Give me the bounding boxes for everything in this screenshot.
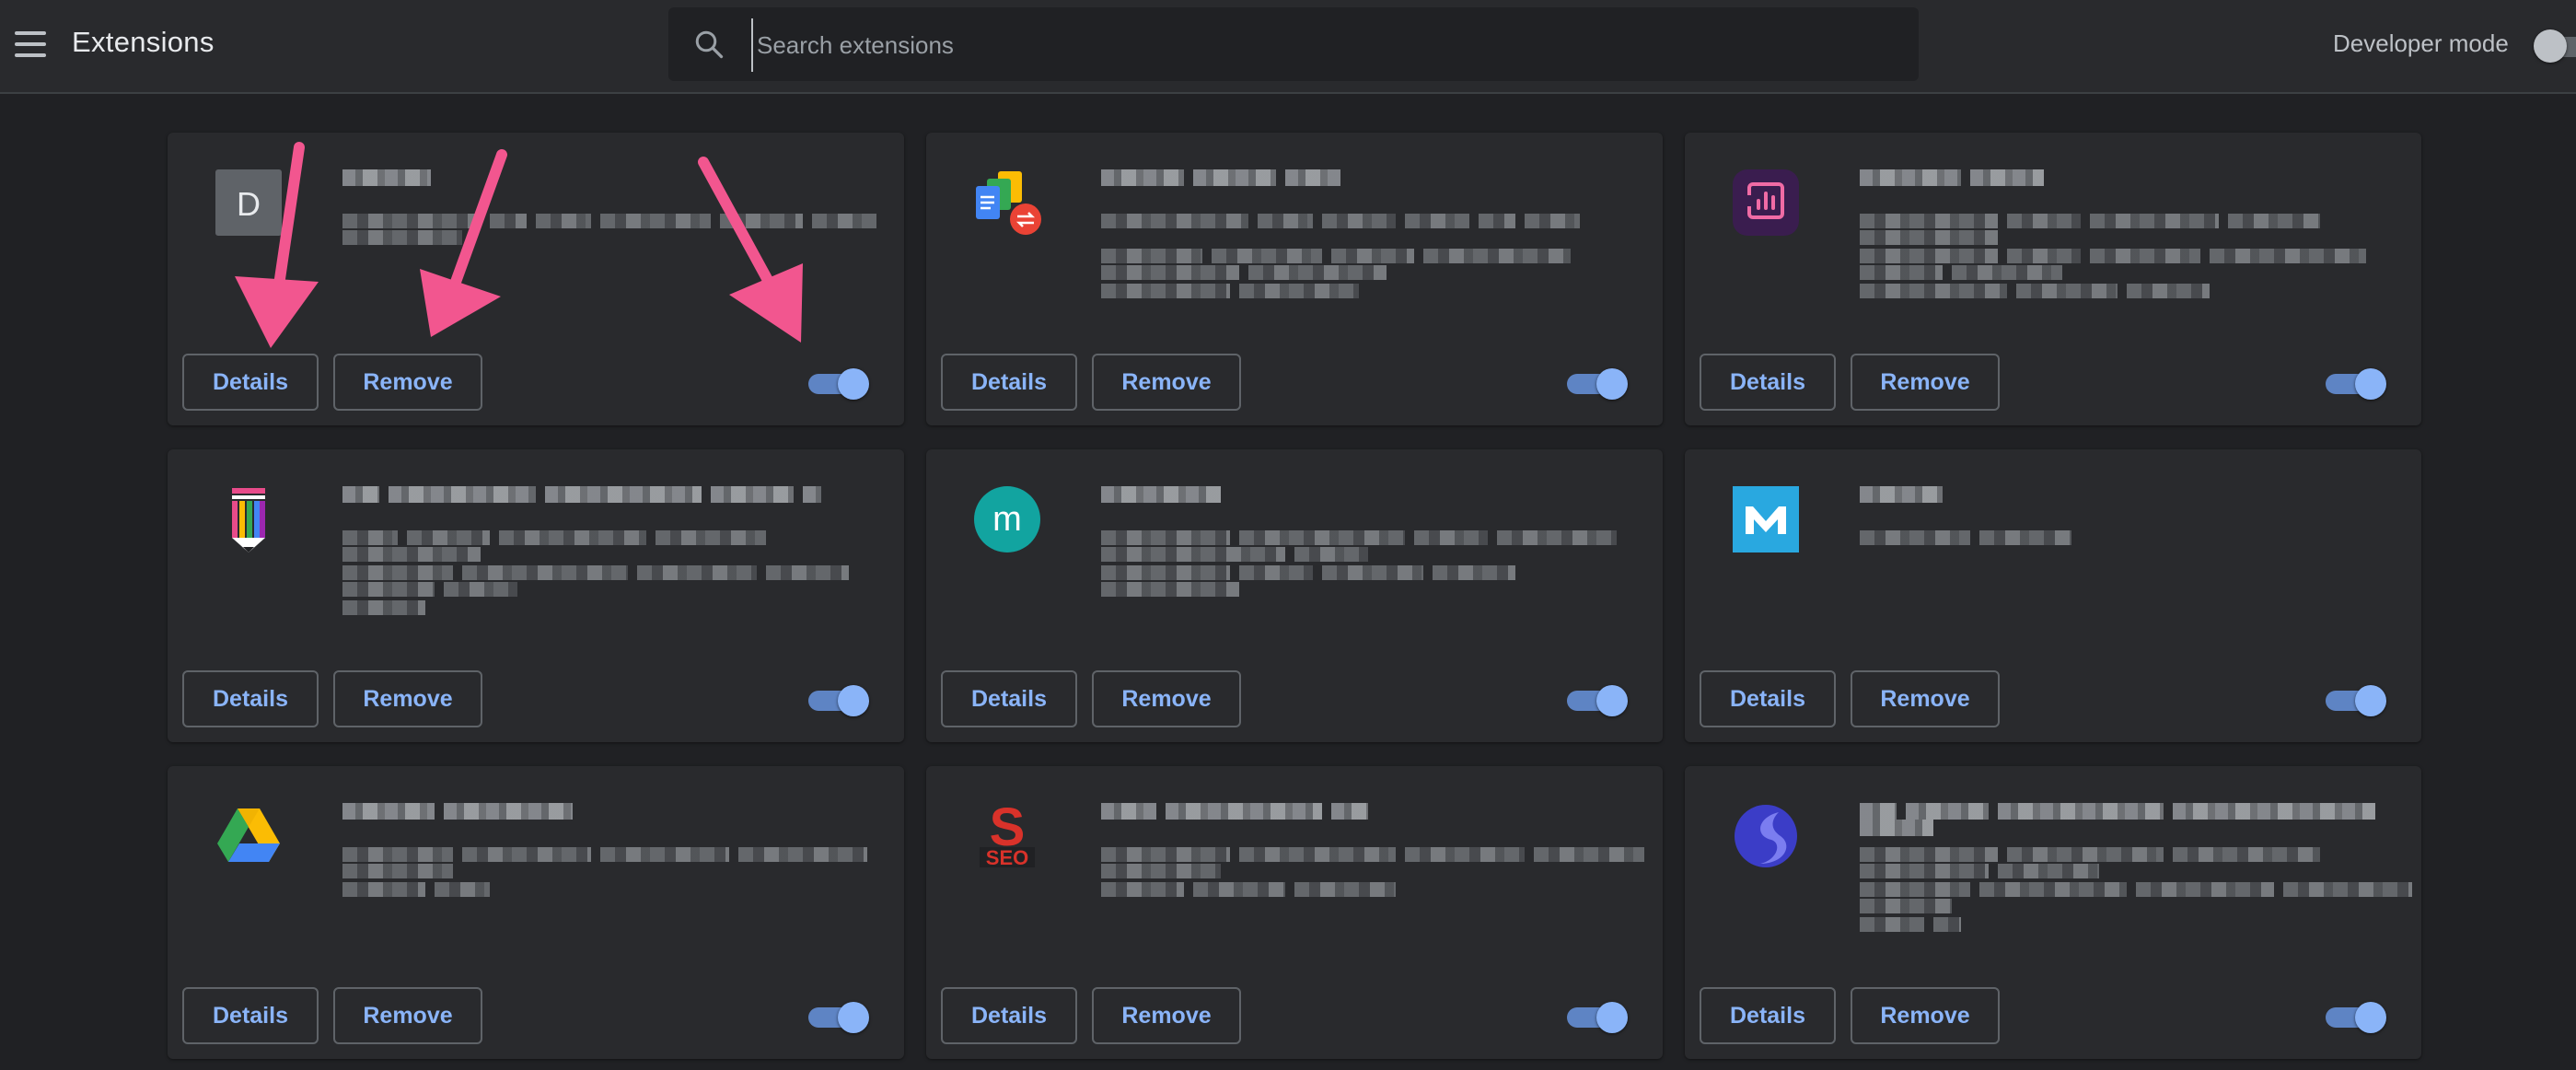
search-input[interactable]: [751, 18, 1900, 72]
extension-name-redacted: [342, 803, 582, 820]
remove-button[interactable]: Remove: [1851, 670, 2000, 727]
developer-mode-label: Developer mode: [2333, 29, 2509, 57]
extension-name-redacted: [1860, 169, 2053, 186]
hamburger-menu-icon[interactable]: [15, 31, 48, 61]
extension-description-redacted: [342, 847, 904, 878]
extension-description-redacted: [342, 565, 904, 597]
remove-button[interactable]: Remove: [1092, 670, 1241, 727]
extension-card: D Details Remove: [168, 133, 904, 425]
svg-text:SEO: SEO: [986, 846, 1028, 869]
extension-description-redacted: [1101, 284, 1368, 298]
extension-description-redacted: [1860, 249, 2421, 280]
extension-description-redacted: [1101, 249, 1663, 280]
analytics-chart-icon: [1729, 166, 1803, 239]
remove-button[interactable]: Remove: [1851, 987, 2000, 1044]
extension-description-redacted: [1101, 214, 1589, 228]
extension-description-redacted: [1860, 847, 2421, 878]
extension-description-redacted: [1860, 917, 1970, 932]
page-title: Extensions: [72, 26, 215, 58]
extension-description-redacted: [342, 600, 435, 615]
extension-enable-toggle[interactable]: [808, 1000, 871, 1033]
extension-description-redacted: [1860, 882, 2421, 913]
seo-s-icon: S SEO: [970, 797, 1044, 873]
pencil-stripes-icon: [212, 483, 285, 556]
extension-card: Details Remove: [168, 449, 904, 742]
extension-enable-toggle[interactable]: [2326, 683, 2388, 716]
extension-description-redacted: [342, 882, 499, 897]
extension-enable-toggle[interactable]: [2326, 366, 2388, 400]
extension-description-redacted: [1860, 530, 2081, 545]
remove-button[interactable]: Remove: [1092, 987, 1241, 1044]
remove-button[interactable]: Remove: [1092, 354, 1241, 411]
details-button[interactable]: Details: [1700, 354, 1836, 411]
details-button[interactable]: Details: [182, 670, 319, 727]
extension-description-redacted: [1101, 882, 1405, 897]
details-button[interactable]: Details: [182, 354, 319, 411]
extension-card: Details Remove: [1685, 133, 2421, 425]
extension-name-redacted: [342, 169, 440, 186]
extension-card: m Details Remove: [926, 449, 1663, 742]
extension-description-redacted: [1860, 284, 2219, 298]
docs-sheets-slides-converter-icon: [970, 166, 1044, 239]
details-button[interactable]: Details: [941, 354, 1077, 411]
teal-m-circle-icon: m: [970, 483, 1044, 556]
extension-name-redacted: [1101, 169, 1350, 186]
extension-name-redacted: [1860, 803, 2421, 836]
extension-name-redacted: [1101, 486, 1230, 503]
remove-button[interactable]: Remove: [333, 987, 482, 1044]
extension-description-redacted: [1101, 847, 1663, 878]
search-icon: [695, 30, 724, 59]
developer-mode-toggle[interactable]: [2532, 26, 2576, 63]
letter-d-icon: D: [212, 166, 285, 239]
extension-name-redacted: [342, 486, 830, 503]
google-drive-icon: [212, 799, 285, 873]
remove-button[interactable]: Remove: [333, 670, 482, 727]
extension-description-redacted: [1101, 530, 1663, 562]
extension-card: Details Remove: [1685, 449, 2421, 742]
extension-enable-toggle[interactable]: [1567, 1000, 1630, 1033]
details-button[interactable]: Details: [941, 670, 1077, 727]
extension-description-redacted: [1860, 214, 2421, 245]
remove-button[interactable]: Remove: [333, 354, 482, 411]
extension-name-redacted: [1860, 486, 1952, 503]
details-button[interactable]: Details: [941, 987, 1077, 1044]
extension-description-redacted: [342, 214, 904, 245]
remove-button[interactable]: Remove: [1851, 354, 2000, 411]
extension-description-redacted: [342, 530, 904, 562]
extension-name-redacted: [1101, 803, 1377, 820]
svg-text:D: D: [237, 185, 261, 223]
purple-s-circle-icon: [1729, 799, 1803, 873]
search-box[interactable]: [668, 7, 1919, 81]
details-button[interactable]: Details: [182, 987, 319, 1044]
blue-m-square-icon: [1729, 483, 1803, 556]
details-button[interactable]: Details: [1700, 670, 1836, 727]
details-button[interactable]: Details: [1700, 987, 1836, 1044]
extension-card: Details Remove: [926, 133, 1663, 425]
extension-card: S SEO Details Remove: [926, 766, 1663, 1059]
extension-description-redacted: [1101, 565, 1663, 597]
extension-enable-toggle[interactable]: [2326, 1000, 2388, 1033]
extension-enable-toggle[interactable]: [1567, 366, 1630, 400]
extension-card: Details Remove: [1685, 766, 2421, 1059]
extension-enable-toggle[interactable]: [808, 683, 871, 716]
extension-card: Details Remove: [168, 766, 904, 1059]
top-toolbar: Extensions Developer mode: [0, 0, 2576, 94]
extension-enable-toggle[interactable]: [808, 366, 871, 400]
extension-enable-toggle[interactable]: [1567, 683, 1630, 716]
svg-text:m: m: [992, 500, 1022, 539]
